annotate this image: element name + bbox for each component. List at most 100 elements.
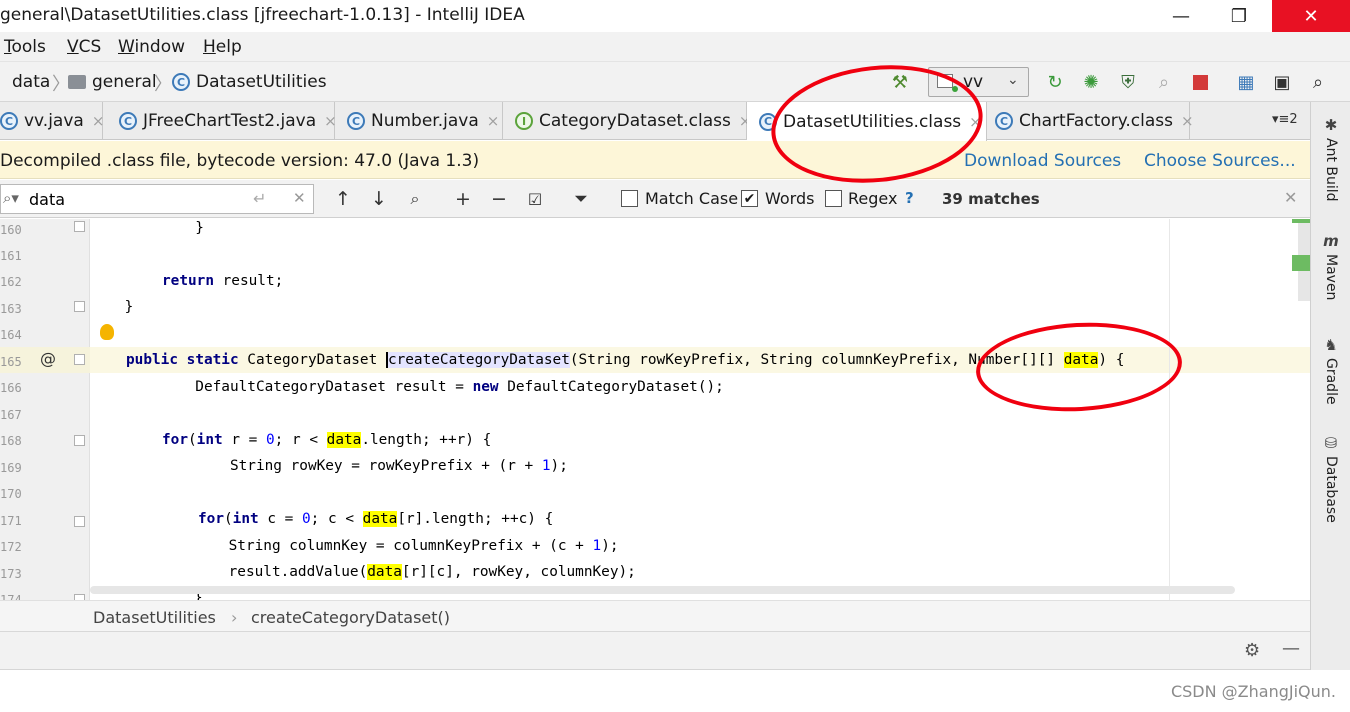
regex-label: Regex xyxy=(848,189,898,208)
gear-icon[interactable]: ⚙ xyxy=(1244,640,1260,661)
menu-window[interactable]: Window xyxy=(118,37,185,57)
select-all-occurrences-icon[interactable]: ☑ xyxy=(522,187,548,211)
code-text: [r][c], rowKey, columnKey); xyxy=(401,564,636,580)
tab-overflow-button[interactable]: ▾≡2 xyxy=(1272,112,1298,127)
tool-window-ant-build[interactable]: ✱ Ant Build xyxy=(1311,116,1350,202)
regex-help-icon[interactable]: ? xyxy=(905,189,914,207)
minimize-button[interactable]: — xyxy=(1152,0,1210,32)
match-case-checkbox[interactable] xyxy=(621,190,638,207)
newline-icon[interactable]: ↵ xyxy=(253,189,266,208)
line-number: 163 xyxy=(0,302,22,316)
search-input[interactable] xyxy=(29,189,239,209)
coverage-icon[interactable]: ⛨ xyxy=(1116,70,1140,94)
chevron-down-icon: ⌄ xyxy=(1007,72,1019,88)
tool-window-database[interactable]: ⛁ Database xyxy=(1311,434,1350,523)
tool-window-label: Gradle xyxy=(1323,358,1339,405)
breadcrumb-datasetutilities[interactable]: DatasetUtilities xyxy=(196,72,327,92)
project-structure-icon[interactable]: ▦ xyxy=(1234,70,1258,94)
watermark: CSDN @ZhangJiQun. xyxy=(1170,682,1336,701)
breadcrumb-general[interactable]: general xyxy=(92,72,157,92)
tab-jfreecharttest2-java[interactable]: C JFreeChartTest2.java × xyxy=(103,102,337,140)
previous-occurrence-icon[interactable]: ↑ xyxy=(330,187,356,211)
close-tab-icon[interactable]: × xyxy=(487,112,500,130)
clear-search-icon[interactable]: ✕ xyxy=(293,189,306,207)
fold-marker-icon[interactable] xyxy=(74,301,85,312)
line-number: 160 xyxy=(0,223,22,237)
keyword: int xyxy=(196,432,223,448)
search-everywhere-icon[interactable]: ⌕ xyxy=(1306,70,1330,94)
menu-bar: Tools VCS Window Help xyxy=(0,32,1350,62)
horizontal-scrollbar[interactable] xyxy=(90,586,1235,594)
terminal-icon[interactable]: ▣ xyxy=(1270,70,1294,94)
tab-label: ChartFactory.class xyxy=(1019,111,1173,131)
debug-bug-icon[interactable]: ✺ xyxy=(1079,70,1103,94)
method-name[interactable]: createCategoryDataset xyxy=(385,352,570,368)
choose-sources-link[interactable]: Choose Sources... xyxy=(1144,151,1296,171)
restore-button[interactable]: ❐ xyxy=(1210,0,1268,32)
code-line-166: DefaultCategoryDataset result = new Defa… xyxy=(126,374,724,400)
fold-marker-icon[interactable] xyxy=(74,354,85,365)
fold-marker-icon[interactable] xyxy=(74,516,85,527)
code-text: String columnKey = columnKeyPrefix + (c … xyxy=(90,538,593,554)
line-number: 169 xyxy=(0,461,22,475)
menu-help[interactable]: Help xyxy=(203,37,242,57)
tab-categorydataset-class[interactable]: I CategoryDataset.class × xyxy=(503,102,751,140)
search-hit: data xyxy=(367,564,402,580)
profile-icon[interactable]: ⌕ xyxy=(1152,70,1176,94)
filter-icon[interactable]: ⏷ xyxy=(568,187,594,211)
interface-icon: I xyxy=(515,112,533,130)
breadcrumb-class[interactable]: DatasetUtilities xyxy=(93,608,216,627)
line-number: 172 xyxy=(0,540,22,554)
find-all-icon[interactable]: ⌕ xyxy=(402,187,428,211)
number-literal: 1 xyxy=(541,458,551,474)
tab-label: JFreeChartTest2.java xyxy=(143,111,317,131)
breadcrumb-method[interactable]: createCategoryDataset() xyxy=(251,608,450,627)
stop-icon[interactable] xyxy=(1188,70,1212,94)
menu-tools[interactable]: Tools xyxy=(4,37,46,57)
fold-marker-icon[interactable] xyxy=(74,221,85,232)
error-stripe-mark[interactable] xyxy=(1292,255,1310,271)
tab-chartfactory-class[interactable]: C ChartFactory.class × xyxy=(987,102,1194,140)
keyword: new xyxy=(472,379,499,395)
close-tab-icon[interactable]: × xyxy=(1181,112,1194,130)
status-area xyxy=(0,670,1350,712)
search-history-icon[interactable]: ⌕▾ xyxy=(3,189,19,207)
keyword: for xyxy=(198,511,224,527)
override-marker-icon[interactable]: @ xyxy=(40,349,56,368)
line-number: 174 xyxy=(0,593,22,600)
words-checkbox[interactable]: ✔ xyxy=(741,190,758,207)
rerun-icon[interactable]: ↻ xyxy=(1043,70,1067,94)
regex-checkbox[interactable] xyxy=(825,190,842,207)
fold-marker-icon[interactable] xyxy=(74,435,85,446)
error-stripe-mark[interactable] xyxy=(1292,219,1310,223)
tool-window-gradle[interactable]: ♞ Gradle xyxy=(1311,336,1350,405)
close-find-bar-icon[interactable]: ✕ xyxy=(1284,188,1297,207)
tab-number-java[interactable]: C Number.java × xyxy=(335,102,503,140)
class-icon: C xyxy=(347,112,365,130)
search-hit: data xyxy=(362,511,398,527)
code-text: DefaultCategoryDataset result = xyxy=(126,379,473,395)
ant-icon: ✱ xyxy=(1324,116,1338,134)
tool-window-label: Database xyxy=(1323,456,1339,523)
add-occurrence-icon[interactable]: + xyxy=(450,187,476,211)
lightbulb-icon[interactable] xyxy=(100,324,114,340)
next-occurrence-icon[interactable]: ↓ xyxy=(366,187,392,211)
search-field: ⌕▾ ↵ ✕ xyxy=(0,184,314,214)
line-number: 167 xyxy=(0,408,22,422)
code-text: ; c < xyxy=(310,511,363,527)
remove-occurrence-icon[interactable]: − xyxy=(486,187,512,211)
line-number: 166 xyxy=(0,381,22,395)
gradle-elephant-icon: ♞ xyxy=(1324,336,1338,354)
menu-vcs[interactable]: VCS xyxy=(67,37,101,57)
download-sources-link[interactable]: Download Sources xyxy=(964,151,1121,171)
keyword: return xyxy=(162,273,214,289)
line-number: 168 xyxy=(0,434,22,448)
breadcrumb-separator-icon: 〉 xyxy=(154,74,172,95)
tool-window-maven[interactable]: m Maven xyxy=(1311,232,1350,300)
code-editor[interactable]: 160 161 162 163 164 165 166 167 168 169 … xyxy=(0,219,1310,600)
close-button[interactable]: ✕ xyxy=(1272,0,1350,32)
window-title: general\DatasetUtilities.class [jfreecha… xyxy=(0,5,525,25)
tab-vv-java[interactable]: C vv.java × xyxy=(0,102,104,140)
breadcrumb-data[interactable]: data xyxy=(12,72,50,92)
hide-panel-icon[interactable]: — xyxy=(1282,638,1300,659)
